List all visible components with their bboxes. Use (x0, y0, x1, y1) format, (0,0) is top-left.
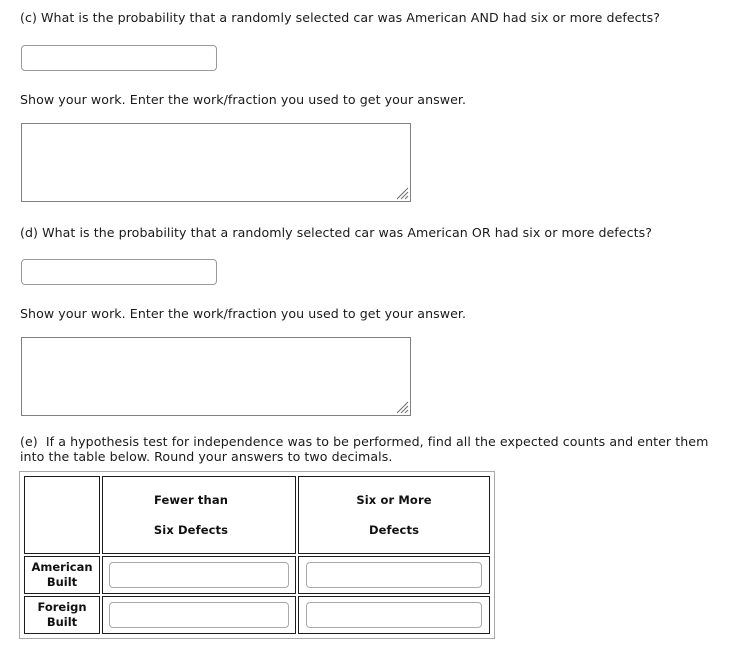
table-header-line1: Six or More (356, 493, 432, 507)
question-c-answer-input[interactable] (21, 45, 217, 71)
row-label-line1: American (31, 560, 93, 574)
table-row-foreign-built: Foreign Built (24, 596, 490, 634)
resize-grip-icon[interactable] (395, 400, 409, 414)
cell-foreign-fewer-than-six (102, 596, 296, 634)
expected-counts-table-container: Fewer than Six Defects Six or More Defec… (19, 471, 495, 639)
table-header-line2: Defects (368, 523, 420, 537)
row-label-line1: Foreign (37, 600, 87, 614)
question-page: (c) What is the probability that a rando… (0, 0, 749, 668)
expected-counts-table: Fewer than Six Defects Six or More Defec… (22, 474, 492, 636)
question-c-work-label: Show your work. Enter the work/fraction … (20, 92, 467, 107)
question-c-work-textarea[interactable] (21, 123, 411, 202)
table-corner-cell (24, 476, 100, 554)
expected-count-input-american-six-or-more[interactable] (306, 562, 482, 588)
cell-american-fewer-than-six (102, 556, 296, 594)
row-label-line2: Built (46, 575, 78, 589)
row-label-foreign-built: Foreign Built (24, 596, 100, 634)
table-header-row: Fewer than Six Defects Six or More Defec… (24, 476, 490, 554)
question-c-prompt: (c) What is the probability that a rando… (20, 10, 661, 25)
expected-count-input-foreign-six-or-more[interactable] (306, 602, 482, 628)
row-label-line2: Built (46, 615, 78, 629)
cell-foreign-six-or-more (298, 596, 490, 634)
resize-grip-icon[interactable] (395, 186, 409, 200)
table-header-line2: Six Defects (153, 523, 229, 537)
row-label-american-built: American Built (24, 556, 100, 594)
question-d-work-textarea[interactable] (21, 337, 411, 416)
question-e-prompt: (e) If a hypothesis test for independenc… (20, 434, 713, 464)
expected-count-input-foreign-fewer[interactable] (109, 602, 289, 628)
table-header-fewer-than-six-defects: Fewer than Six Defects (102, 476, 296, 554)
question-d-prompt: (d) What is the probability that a rando… (20, 225, 652, 240)
expected-count-input-american-fewer[interactable] (109, 562, 289, 588)
cell-american-six-or-more (298, 556, 490, 594)
table-header-six-or-more-defects: Six or More Defects (298, 476, 490, 554)
table-row-american-built: American Built (24, 556, 490, 594)
table-header-line1: Fewer than (153, 493, 229, 507)
question-d-answer-input[interactable] (21, 259, 217, 285)
question-d-work-label: Show your work. Enter the work/fraction … (20, 306, 467, 321)
